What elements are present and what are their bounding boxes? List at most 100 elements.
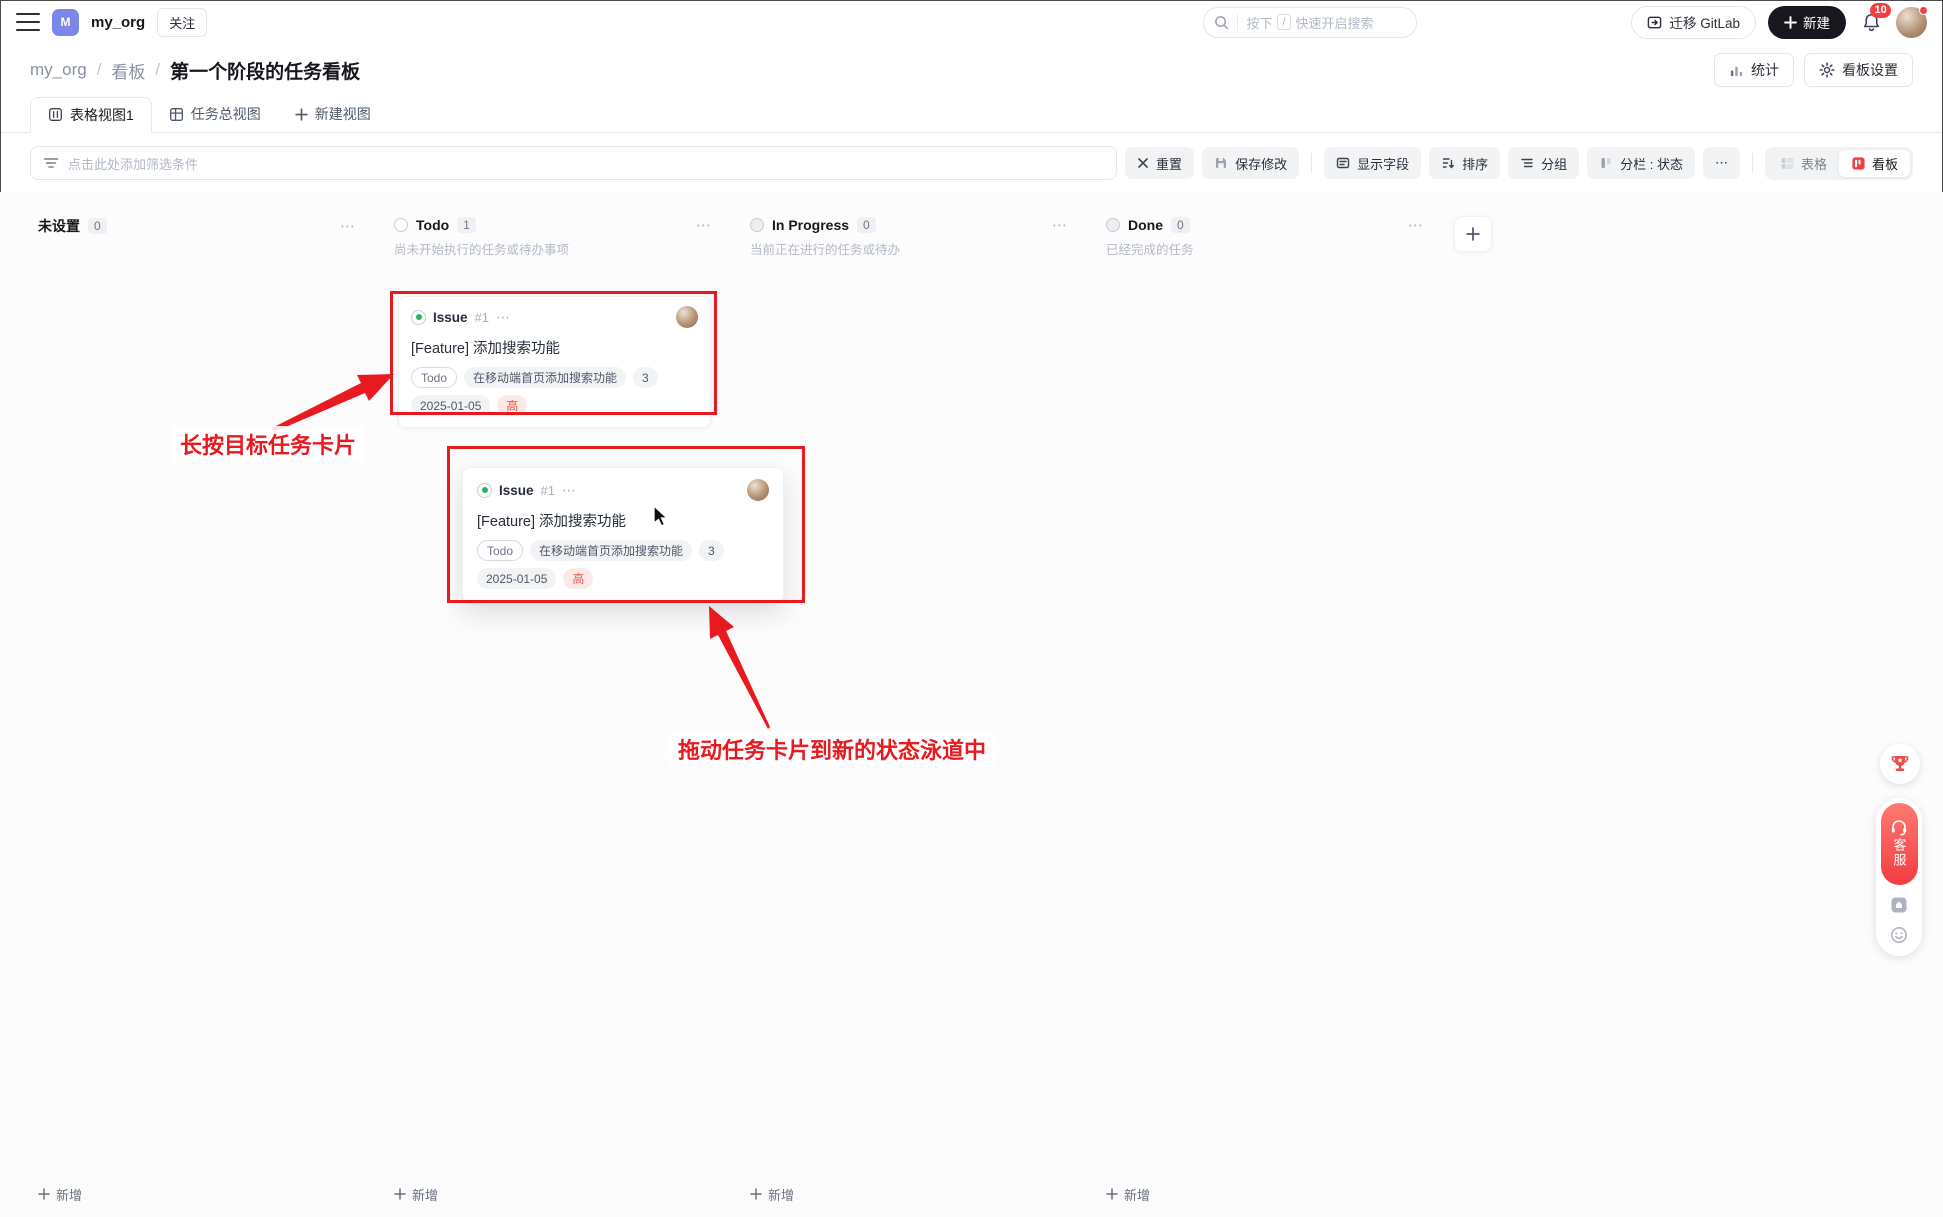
plus-icon	[394, 1188, 406, 1200]
points-tag: 3	[699, 540, 724, 561]
show-fields-button[interactable]: 显示字段	[1324, 147, 1421, 179]
plus-icon	[1106, 1188, 1118, 1200]
add-card-button[interactable]: 新增	[750, 1185, 794, 1204]
columns-icon	[1599, 156, 1613, 170]
card-title[interactable]: [Feature] 添加搜索功能	[477, 510, 769, 531]
customer-service-label: 客服	[1892, 838, 1907, 868]
follow-button[interactable]: 关注	[157, 8, 207, 37]
column-more-button[interactable]: ⋯	[340, 217, 356, 235]
filter-placeholder: 点击此处添加筛选条件	[68, 154, 198, 173]
rewards-button[interactable]	[1880, 744, 1920, 784]
search-icon	[1214, 15, 1229, 30]
card-more-button[interactable]: ⋯	[562, 482, 577, 499]
bar-chart-icon	[1729, 63, 1744, 78]
status-circle-icon	[1106, 218, 1120, 232]
gear-icon	[1819, 62, 1835, 78]
assignee-avatar[interactable]	[747, 479, 769, 501]
column-more-button[interactable]: ⋯	[696, 216, 712, 234]
more-tools-button[interactable]: ⋯	[1703, 147, 1740, 179]
notifications-button[interactable]: 10	[1858, 9, 1884, 35]
column-description: 当前正在进行的任务或待办	[750, 239, 1068, 258]
column-headers: 未设置 0 ⋯ Todo 1 ⋯ 尚未开始执行的任务或待办事项	[0, 192, 1943, 258]
tab-new-view[interactable]: 新建视图	[278, 96, 388, 132]
add-card-button[interactable]: 新增	[38, 1185, 82, 1204]
column-more-button[interactable]: ⋯	[1052, 216, 1068, 234]
column-title: In Progress	[772, 217, 849, 233]
user-avatar[interactable]	[1896, 7, 1927, 38]
breadcrumb-row: my_org / 看板 / 第一个阶段的任务看板 统计 看板设置	[0, 44, 1943, 96]
add-column-button[interactable]	[1454, 216, 1492, 252]
view-mode-table[interactable]: 表格	[1768, 150, 1839, 177]
card-type: Issue	[433, 310, 468, 325]
org-logo[interactable]: M	[52, 9, 79, 36]
view-mode-board[interactable]: 看板	[1839, 150, 1910, 177]
org-name[interactable]: my_org	[91, 14, 145, 31]
save-changes-button[interactable]: 保存修改	[1202, 147, 1299, 179]
plus-icon	[38, 1188, 50, 1200]
card-title[interactable]: [Feature] 添加搜索功能	[411, 337, 698, 358]
view-tabs: 表格视图1 任务总视图 新建视图	[0, 96, 1943, 133]
plus-icon	[295, 108, 308, 121]
table-icon	[1780, 156, 1795, 171]
card-more-button[interactable]: ⋯	[496, 309, 511, 326]
reset-button[interactable]: 重置	[1125, 147, 1194, 179]
slash-keycap: /	[1277, 14, 1290, 30]
column-in-progress: In Progress 0 ⋯ 当前正在进行的任务或待办	[742, 192, 1098, 258]
tab-table-view-1[interactable]: 表格视图1	[30, 97, 152, 133]
plus-icon	[1466, 227, 1480, 241]
search-placeholder: 按下 / 快速开启搜索	[1246, 13, 1373, 32]
sort-button[interactable]: 排序	[1429, 147, 1500, 179]
floating-dock: 客服	[1876, 798, 1922, 956]
column-more-button[interactable]: ⋯	[1408, 216, 1424, 234]
task-card[interactable]: Issue #1 ⋯ [Feature] 添加搜索功能 Todo 在移动端首页添…	[398, 296, 711, 428]
priority-tag: 高	[563, 568, 593, 589]
divider	[1311, 153, 1312, 173]
card-number: #1	[475, 310, 489, 325]
fields-icon	[1336, 156, 1350, 170]
tab-all-tasks-view[interactable]: 任务总视图	[152, 96, 278, 132]
task-card-dragging[interactable]: Issue #1 ⋯ [Feature] 添加搜索功能 Todo 在移动端首页添…	[462, 467, 784, 603]
customer-service-button[interactable]: 客服	[1881, 803, 1918, 885]
column-done: Done 0 ⋯ 已经完成的任务	[1098, 192, 1454, 258]
description-tag: 在移动端首页添加搜索功能	[464, 367, 626, 388]
status-circle-icon	[394, 218, 408, 232]
breadcrumb-boards[interactable]: 看板	[111, 58, 145, 83]
board-view-icon	[48, 107, 63, 122]
description-tag: 在移动端首页添加搜索功能	[530, 540, 692, 561]
emoji-feedback-button[interactable]	[1889, 925, 1909, 945]
column-count-badge: 0	[1171, 217, 1190, 233]
column-count-badge: 0	[88, 218, 107, 234]
status-circle-icon	[750, 218, 764, 232]
add-card-button[interactable]: 新增	[1106, 1185, 1150, 1204]
migrate-gitlab-button[interactable]: 迁移 GitLab	[1631, 6, 1756, 39]
issue-type-icon	[477, 483, 492, 498]
global-search-input[interactable]: 按下 / 快速开启搜索	[1203, 7, 1417, 38]
status-dot	[1919, 6, 1928, 15]
headset-icon	[1890, 820, 1908, 836]
column-todo: Todo 1 ⋯ 尚未开始执行的任务或待办事项	[386, 192, 742, 258]
sort-icon	[1441, 156, 1455, 170]
add-card-button[interactable]: 新增	[394, 1185, 438, 1204]
breadcrumb: my_org / 看板 / 第一个阶段的任务看板	[30, 57, 360, 84]
issue-type-icon	[411, 310, 426, 325]
group-button[interactable]: 分组	[1508, 147, 1579, 179]
stats-button[interactable]: 统计	[1714, 53, 1794, 87]
split-by-status-button[interactable]: 分栏 : 状态	[1587, 147, 1695, 179]
board-settings-button[interactable]: 看板设置	[1804, 53, 1913, 87]
card-number: #1	[541, 483, 555, 498]
priority-tag: 高	[497, 395, 527, 416]
hamburger-menu-icon[interactable]	[16, 13, 40, 31]
assignee-avatar[interactable]	[676, 306, 698, 328]
feedback-widget-button[interactable]	[1889, 895, 1909, 915]
breadcrumb-org[interactable]: my_org	[30, 60, 87, 80]
new-button[interactable]: 新建	[1768, 6, 1846, 39]
plus-icon	[750, 1188, 762, 1200]
kanban-icon	[1851, 156, 1866, 171]
import-icon	[1647, 15, 1662, 30]
column-count-badge: 1	[457, 217, 476, 233]
column-count-badge: 0	[857, 217, 876, 233]
status-tag: Todo	[477, 540, 523, 561]
filter-condition-input[interactable]: 点击此处添加筛选条件	[30, 146, 1117, 180]
points-tag: 3	[633, 367, 658, 388]
divider	[1237, 14, 1238, 31]
